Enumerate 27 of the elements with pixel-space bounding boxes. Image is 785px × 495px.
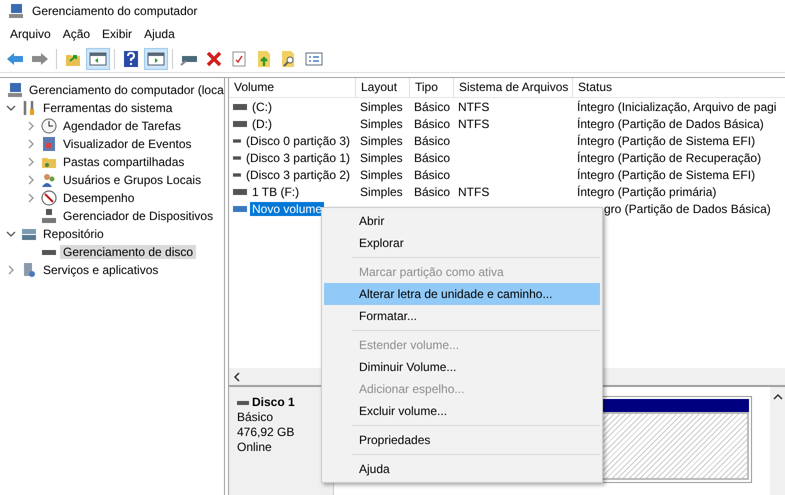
table-cell-text: Simples <box>359 116 404 130</box>
table-cell-text: NTFS <box>457 184 490 198</box>
table-cell-text: Íntegro (Partição de Sistema EFI) <box>576 134 756 148</box>
table-cell-text: Íntegro (Partição primária) <box>576 184 718 198</box>
table-cell-text: gro (Partição de Dados Básica) <box>603 202 772 216</box>
table-cell-text: Básico <box>413 184 452 198</box>
table-cell-text: Simples <box>359 184 404 198</box>
table-cell-text: Básico <box>413 168 452 182</box>
disk-type: Básico <box>237 410 274 425</box>
table-cell-text: Íntegro (Partição de Sistema EFI) <box>576 168 756 182</box>
disk-status: Online <box>237 440 273 455</box>
table-cell-text: Básico <box>413 134 452 148</box>
table-cell-text: Básico <box>413 116 452 130</box>
table-cell-text: Básico <box>413 150 452 164</box>
table-cell-text: Simples <box>359 134 404 148</box>
table-cell-text: Simples <box>359 168 404 182</box>
table-cell-text: NTFS <box>457 116 490 130</box>
table-cell-text: Básico <box>413 100 452 114</box>
window-title: Gerenciamento do computador <box>32 4 198 18</box>
disk-name: Disco 1 <box>252 395 295 410</box>
table-cell-text: NTFS <box>457 100 490 114</box>
table-cell-text: Íntegro (Partição de Dados Básica) <box>576 116 765 130</box>
table-cell-text: Íntegro (Inicialização, Arquivo de pagi <box>576 100 778 114</box>
table-cell-text: Simples <box>359 150 404 164</box>
disk-size: 476,92 GB <box>237 425 296 440</box>
table-cell-text: Íntegro (Partição de Recuperação) <box>576 150 762 164</box>
table-cell-text: Simples <box>359 100 404 114</box>
